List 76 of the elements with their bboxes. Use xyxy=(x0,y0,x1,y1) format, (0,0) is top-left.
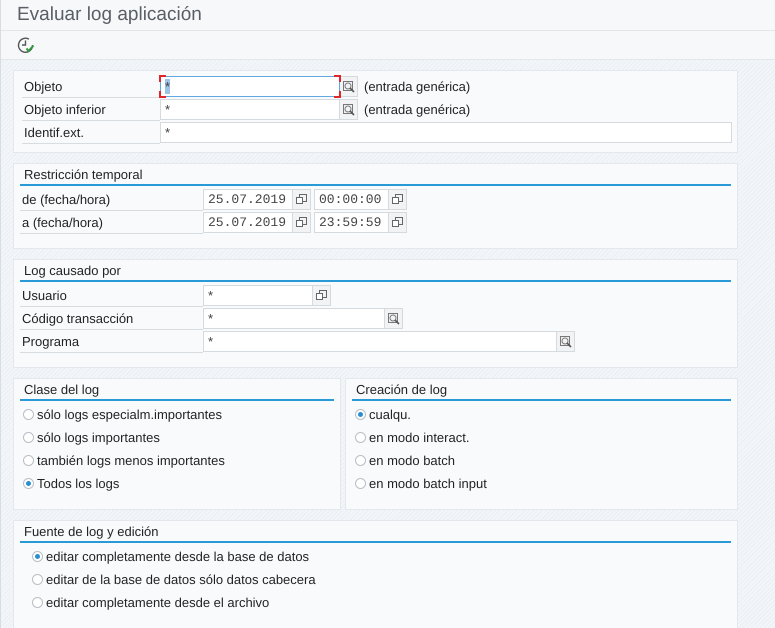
radio-option[interactable]: en modo batch xyxy=(352,449,731,472)
radio-button[interactable] xyxy=(355,455,366,466)
radio-option[interactable]: cualqu. xyxy=(352,403,731,426)
radio-button[interactable] xyxy=(32,597,43,608)
section-title: Restricción temporal xyxy=(20,164,731,186)
clock-check-icon xyxy=(17,36,35,54)
option-label: sólo logs importantes xyxy=(37,430,160,445)
input-field[interactable]: * xyxy=(160,99,340,120)
input-field[interactable]: 25.07.2019 xyxy=(203,189,293,210)
copy-icon xyxy=(392,217,403,228)
input-field[interactable]: 25.07.2019 xyxy=(203,212,293,233)
option-label: en modo batch xyxy=(369,453,456,468)
radio-option[interactable]: sólo logs importantes xyxy=(20,426,334,449)
section-title: Creación de log xyxy=(352,379,731,401)
input-field[interactable]: * xyxy=(203,308,385,329)
radio-button[interactable] xyxy=(23,455,34,466)
option-label: cualqu. xyxy=(369,407,411,422)
radio-option[interactable]: editar completamente desde el archivo xyxy=(20,591,731,614)
option-label: también logs menos importantes xyxy=(37,453,225,468)
search-icon xyxy=(388,312,400,324)
radio-button[interactable] xyxy=(32,551,43,562)
field-label: Programa xyxy=(20,330,203,352)
window-title: Evaluar log aplicación xyxy=(17,4,202,25)
section-title: Clase del log xyxy=(20,379,334,401)
radio-option[interactable]: Todos los logs xyxy=(20,472,334,495)
input-field[interactable]: * xyxy=(203,285,313,306)
value-help-button[interactable] xyxy=(293,212,311,233)
field-label: Objeto xyxy=(22,76,160,98)
search-icon xyxy=(342,104,354,116)
hint-text: (entrada genérica) xyxy=(364,102,470,117)
radio-button[interactable] xyxy=(355,432,366,443)
input-field[interactable]: * xyxy=(160,122,732,143)
search-help-button[interactable] xyxy=(557,331,575,352)
radio-button[interactable] xyxy=(355,409,366,420)
copy-icon xyxy=(296,217,307,228)
copy-icon xyxy=(316,290,327,301)
value-help-button[interactable] xyxy=(313,285,331,306)
field-label: a (fecha/hora) xyxy=(20,212,203,234)
section-title: Log causado por xyxy=(20,260,731,282)
search-help-button[interactable] xyxy=(340,76,358,97)
radio-option[interactable]: editar de la base de datos sólo datos cabecera xyxy=(20,568,731,591)
field-label: de (fecha/hora) xyxy=(20,188,203,210)
search-icon xyxy=(560,336,572,348)
option-label: editar completamente desde el archivo xyxy=(46,595,270,610)
option-label: en modo batch input xyxy=(369,476,487,491)
radio-option[interactable]: editar completamente desde la base de datos xyxy=(20,545,731,568)
option-label: editar de la base de datos sólo datos cabecera xyxy=(46,572,316,587)
option-label: editar completamente desde la base de datos xyxy=(46,549,310,564)
radio-button[interactable] xyxy=(32,574,43,585)
radio-option[interactable]: sólo logs especialm.importantes xyxy=(20,403,334,426)
radio-button[interactable] xyxy=(355,478,366,489)
hint-text: (entrada genérica) xyxy=(364,79,470,94)
search-help-button[interactable] xyxy=(340,99,358,120)
input-field[interactable]: 00:00:00 xyxy=(314,189,389,210)
input-field[interactable]: 23:59:59 xyxy=(314,212,389,233)
radio-button[interactable] xyxy=(23,478,34,489)
radio-button[interactable] xyxy=(23,432,34,443)
input-field[interactable]: * xyxy=(160,76,340,97)
radio-option[interactable]: en modo interact. xyxy=(352,426,731,449)
radio-option[interactable]: también logs menos importantes xyxy=(20,449,334,472)
copy-icon xyxy=(392,194,403,205)
radio-button[interactable] xyxy=(23,409,34,420)
value-help-button[interactable] xyxy=(389,212,407,233)
search-help-button[interactable] xyxy=(385,308,403,329)
option-label: sólo logs especialm.importantes xyxy=(37,407,222,422)
copy-icon xyxy=(296,194,307,205)
option-label: en modo interact. xyxy=(369,430,470,445)
radio-option[interactable]: en modo batch input xyxy=(352,472,731,495)
value-help-button[interactable] xyxy=(293,189,311,210)
input-field[interactable]: * xyxy=(203,331,557,352)
section-title: Fuente de log y edición xyxy=(20,521,731,543)
option-label: Todos los logs xyxy=(37,476,120,491)
value-help-button[interactable] xyxy=(389,189,407,210)
search-icon xyxy=(342,80,354,92)
field-label: Usuario xyxy=(20,284,203,306)
field-label: Código transacción xyxy=(20,308,203,330)
